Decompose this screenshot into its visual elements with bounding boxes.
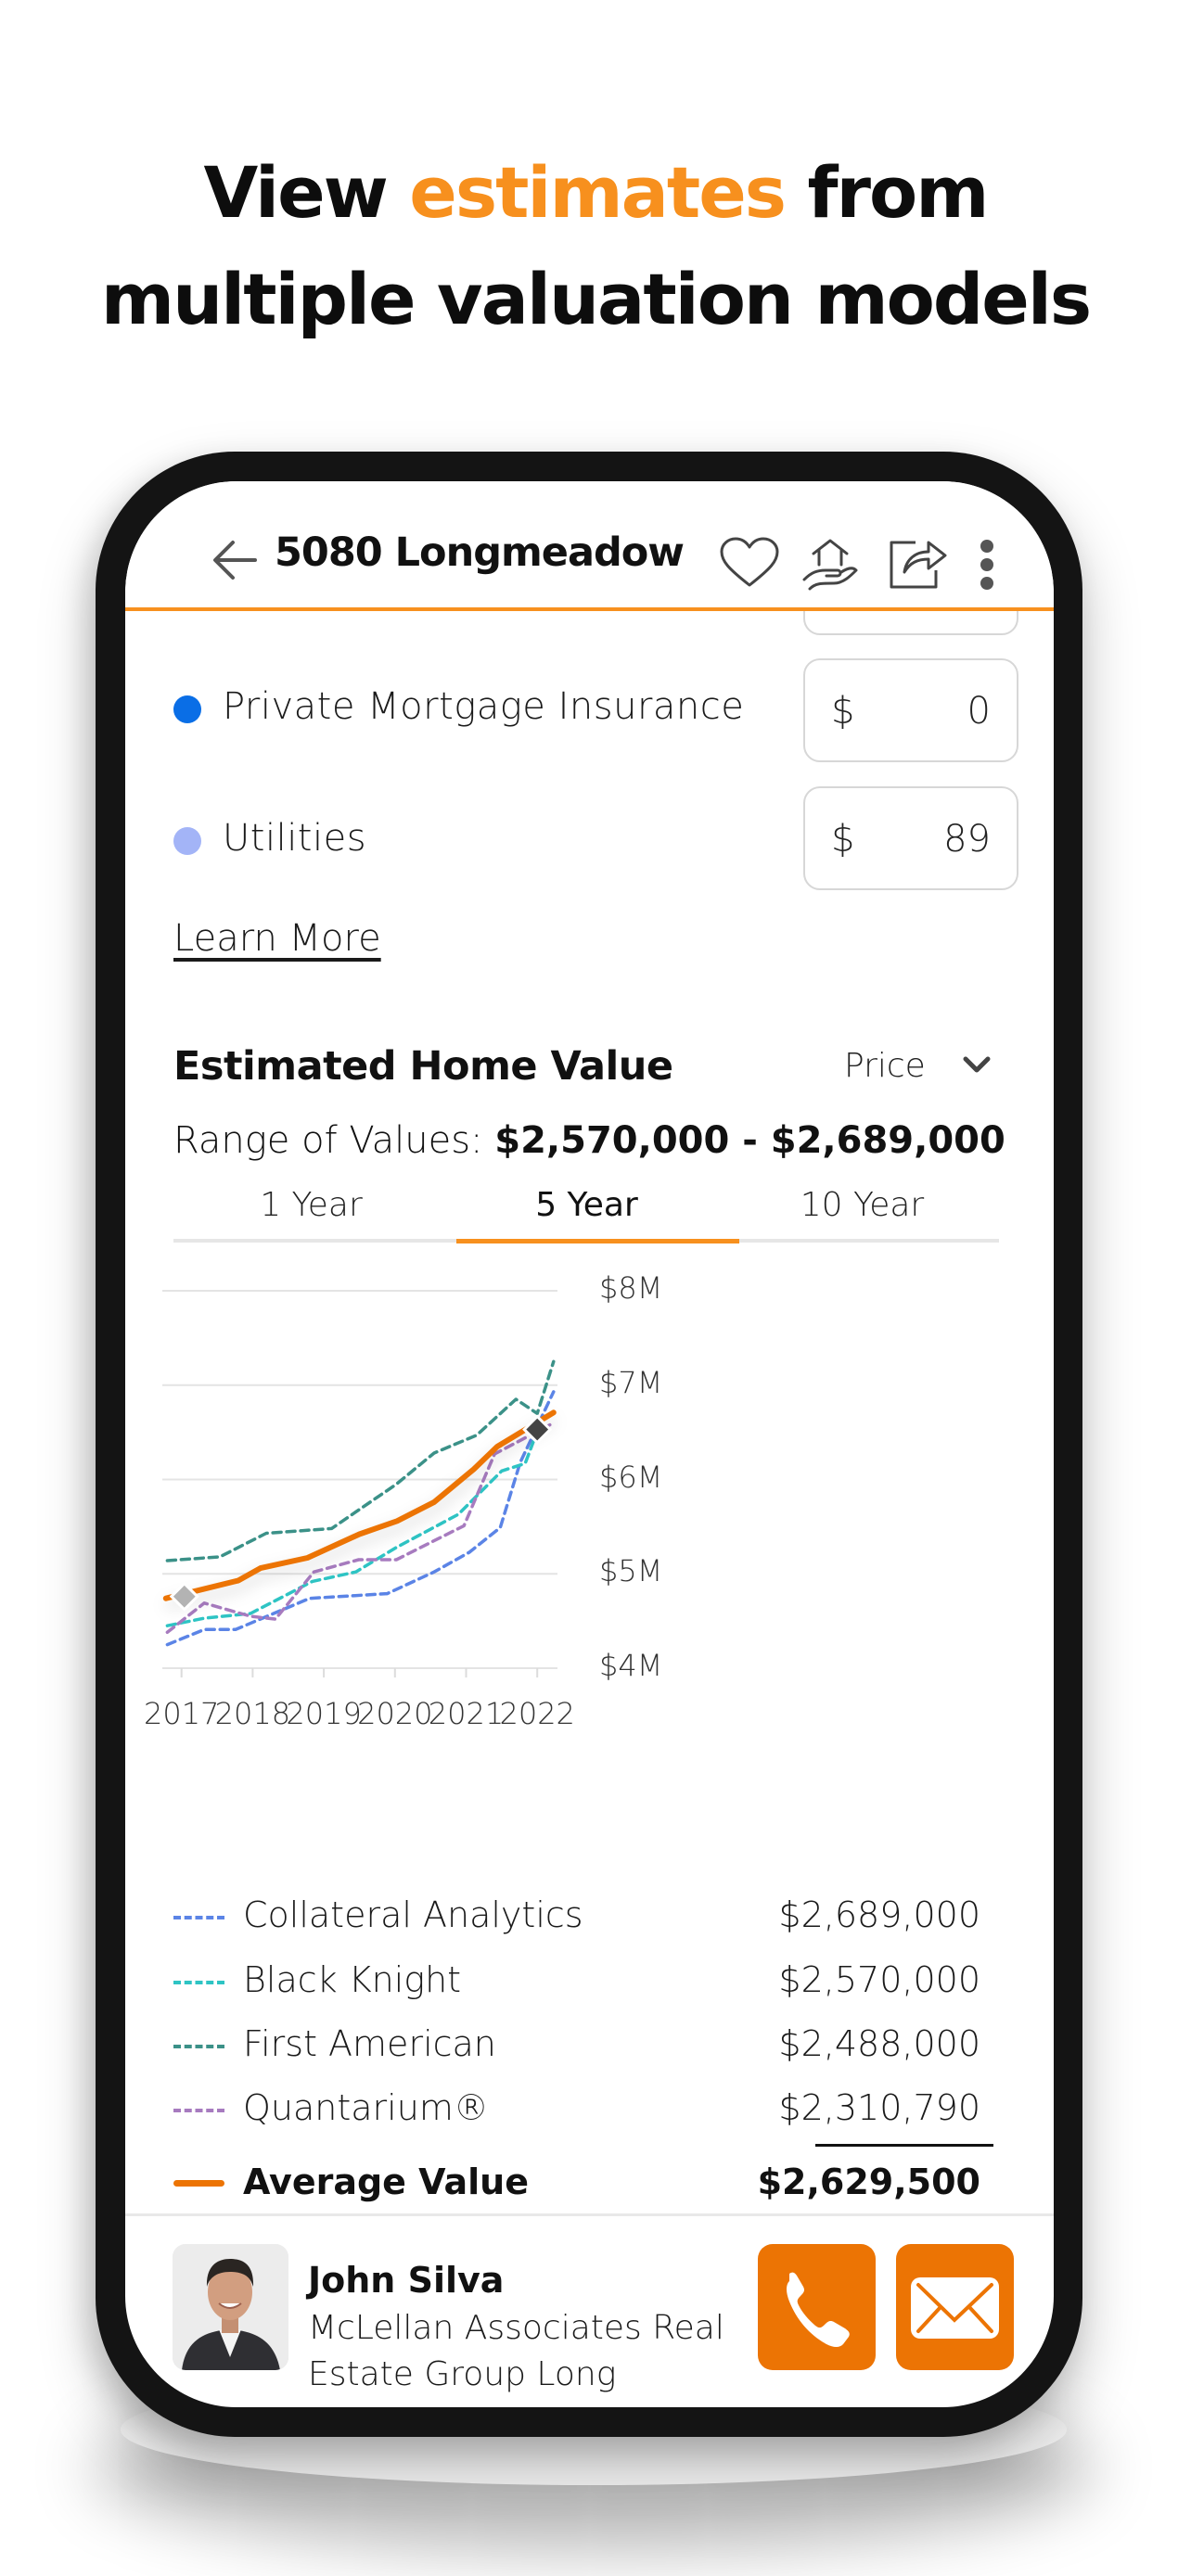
headline-line-1: View estimates from (0, 158, 1191, 228)
legend-name: Average Value (243, 2162, 530, 2202)
legend-name: First American (243, 2023, 496, 2064)
phone-icon (787, 2272, 850, 2347)
legend-swatch-quantarium (173, 2109, 224, 2112)
sum-underline (815, 2144, 993, 2147)
legend-name: Black Knight (243, 1959, 462, 2000)
legend-first-american: First American $2,488,000 (173, 2023, 980, 2070)
legend-swatch-average (173, 2180, 224, 2187)
legend-average-value: Average Value $2,629,500 (173, 2162, 980, 2208)
agent-portrait-icon (173, 2244, 288, 2370)
headline-suffix: from (785, 151, 989, 234)
legend-value: $2,570,000 (778, 1959, 980, 2000)
agent-company: McLellan Associates Real Estate Group Lo… (308, 2309, 724, 2407)
call-agent-button[interactable] (758, 2244, 876, 2370)
legend-value: $2,689,000 (778, 1894, 980, 1935)
y-tick-label: $8M (599, 1270, 663, 1306)
legend-name: Quantarium® (243, 2087, 489, 2128)
y-tick-label: $6M (599, 1459, 663, 1495)
headline-line-2: multiple valuation models (100, 258, 1092, 340)
legend-swatch-black-knight (173, 1981, 224, 1984)
mail-icon (911, 2277, 999, 2339)
agent-name: John Silva (308, 2260, 505, 2301)
series-line-collateral-analytics (165, 1390, 556, 1647)
email-agent-button[interactable] (896, 2244, 1014, 2370)
legend-quantarium: Quantarium® $2,310,790 (173, 2087, 980, 2134)
legend-swatch-first-american (173, 2045, 224, 2048)
legend-name: Collateral Analytics (243, 1894, 583, 1935)
agent-divider (125, 2213, 1054, 2216)
legend-value: $2,629,500 (757, 2162, 980, 2202)
y-tick-label: $7M (599, 1364, 663, 1400)
legend-value: $2,310,790 (778, 2087, 980, 2128)
legend-black-knight: Black Knight $2,570,000 (173, 1959, 980, 2006)
y-tick-label: $5M (599, 1553, 663, 1589)
legend-collateral-analytics: Collateral Analytics $2,689,000 (173, 1894, 980, 1941)
app-screen: 5080 Longmeadow 5080 Longmeadow (125, 481, 1054, 2407)
agent-avatar[interactable] (173, 2244, 288, 2370)
x-tick-label: 2022 (499, 1696, 575, 1731)
headline-prefix: View (203, 151, 410, 234)
headline-accent: estimates (409, 151, 787, 234)
legend-swatch-collateral (173, 1916, 224, 1919)
legend-value: $2,488,000 (778, 2023, 980, 2064)
y-tick-label: $4M (599, 1648, 663, 1683)
